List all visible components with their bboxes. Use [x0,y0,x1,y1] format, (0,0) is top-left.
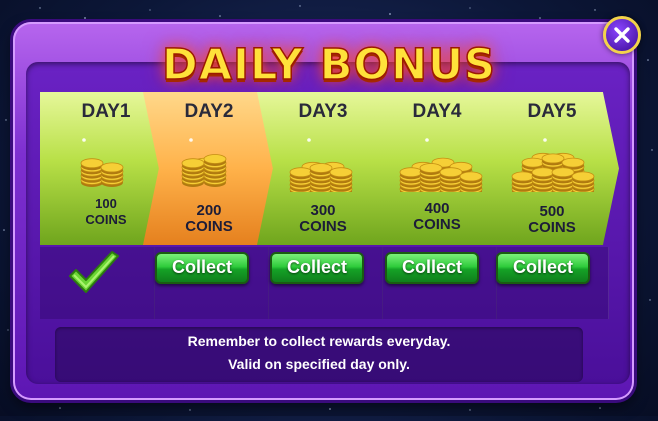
coin-amount: 200 COINS [143,203,275,235]
info-box: Remember to collect rewards everyday. Va… [55,327,583,382]
close-button[interactable] [603,16,641,54]
coin-amount: 500 COINS [485,204,619,236]
coin-unit: COINS [528,219,576,236]
coin-amount: 300 COINS [257,203,389,235]
close-icon [614,27,630,43]
collect-button-day4[interactable]: Collect [385,252,479,284]
checkmark-icon [66,250,122,305]
info-line-1: Remember to collect rewards everyday. [187,333,451,349]
collect-button-day3[interactable]: Collect [270,252,364,284]
coin-unit: COINS [185,218,233,235]
coin-amount-value: 200 [196,202,222,219]
coin-amount-value: 300 [310,202,336,219]
coin-unit: COINS [299,218,347,235]
collect-button-day2[interactable]: Collect [155,252,249,284]
coin-stack-icon [485,132,619,196]
day-tile-4: DAY4 400 COINS [371,92,503,245]
day-tile-2: DAY2 200 COINS [143,92,275,245]
coin-stack-icon [40,132,172,192]
coin-amount: 400 COINS [371,201,503,233]
coin-stack-icon [371,132,503,196]
collect-button-day5[interactable]: Collect [496,252,590,284]
day-tile-5: DAY5 500 COINS [485,92,619,245]
day-label: DAY4 [412,101,462,122]
coin-amount-value: 400 [424,200,450,217]
day-label: DAY5 [527,101,577,122]
coin-stack-icon [257,132,389,196]
coin-unit: COINS [413,216,461,233]
coin-stack-icon [143,132,275,192]
day-label: DAY2 [184,101,234,122]
coin-amount-value: 500 [539,203,565,220]
page-title: DAILY BONUS [161,39,496,91]
day-tile-3: DAY3 300 COINS [257,92,389,245]
info-line-2: Valid on specified day only. [228,356,410,372]
day-tiles: DAY1 100 COINS DAY2 200 COINS DAY3 300 C… [40,92,620,247]
day-label: DAY3 [298,101,348,122]
